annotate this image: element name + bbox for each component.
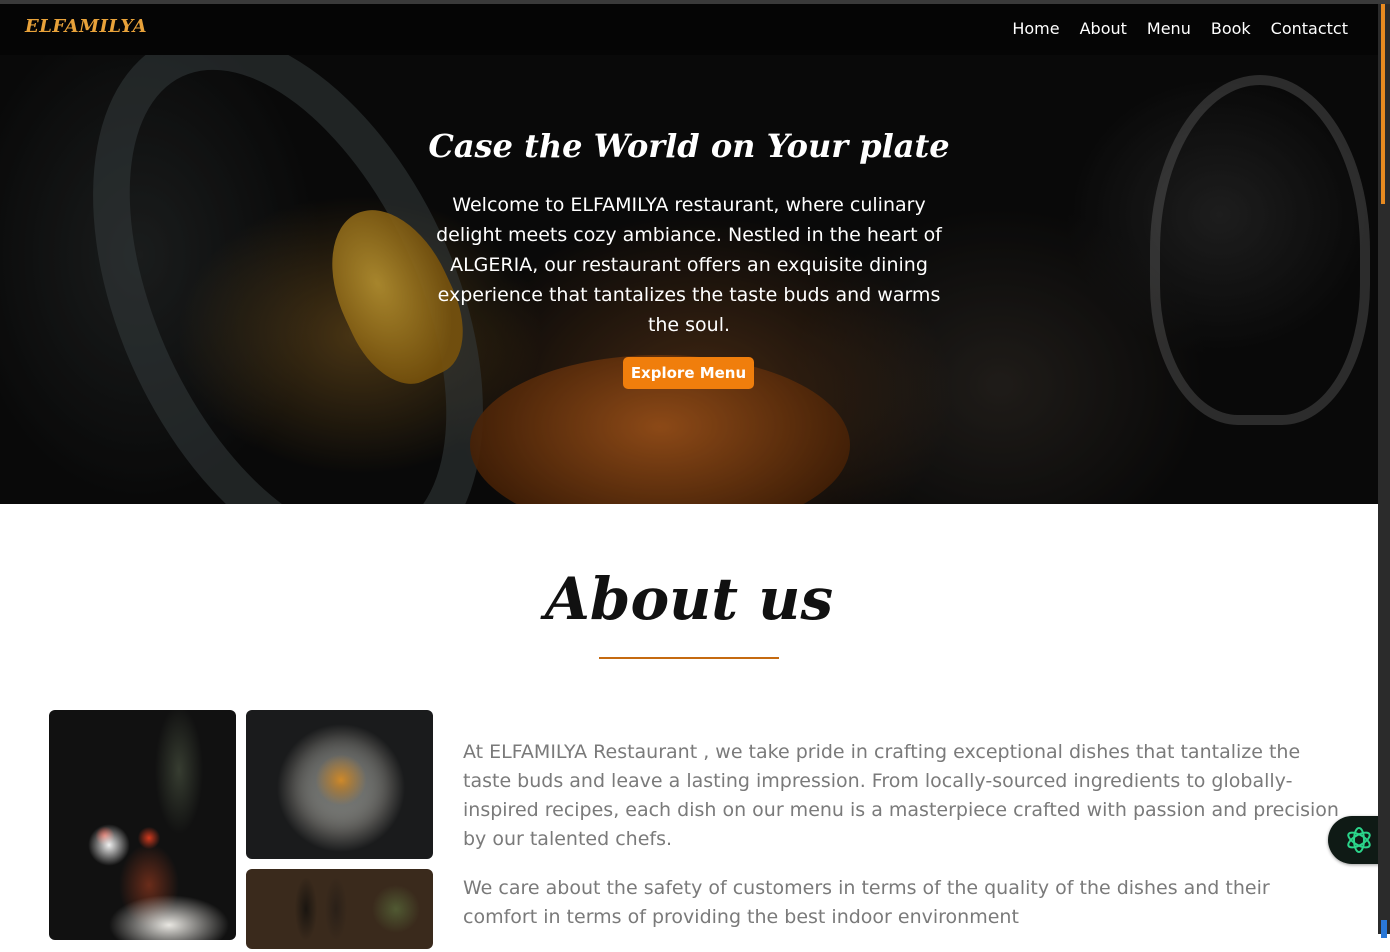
main-nav: Home About Menu Book Contactct [992, 19, 1348, 38]
about-paragraph-1: At ELFAMILYA Restaurant , we take pride … [463, 741, 1339, 850]
page-scrollbar[interactable] [1378, 4, 1390, 938]
about-paragraph-2: We care about the safety of customers in… [463, 877, 1270, 928]
about-text: At ELFAMILYA Restaurant , we take pride … [463, 738, 1343, 952]
nav-about[interactable]: About [1080, 19, 1127, 38]
explore-menu-button[interactable]: Explore Menu [623, 357, 754, 389]
nav-contact[interactable]: Contactct [1271, 19, 1348, 38]
about-title: About us [544, 565, 834, 633]
nav-menu[interactable]: Menu [1147, 19, 1191, 38]
hero-title: Case the World on Your plate [428, 127, 950, 165]
navbar: ELFAMILYA Home About Menu Book Contactct [0, 4, 1378, 55]
nav-book[interactable]: Book [1211, 19, 1251, 38]
brand-logo[interactable]: ELFAMILYA [25, 16, 147, 37]
about-divider [599, 657, 779, 659]
nav-home[interactable]: Home [1012, 19, 1059, 38]
scrollbar-thumb[interactable] [1381, 4, 1385, 204]
about-image-table-setting [246, 869, 433, 949]
assistant-icon [1347, 827, 1371, 853]
about-image-meat-dish [49, 710, 236, 940]
scrollbar-marker [1381, 920, 1387, 938]
hero-text: Welcome to ELFAMILYA restaurant, where c… [436, 194, 942, 336]
hero-section: Case the World on Your plate Welcome to … [0, 55, 1378, 504]
about-image-pasta-dish [246, 710, 433, 859]
